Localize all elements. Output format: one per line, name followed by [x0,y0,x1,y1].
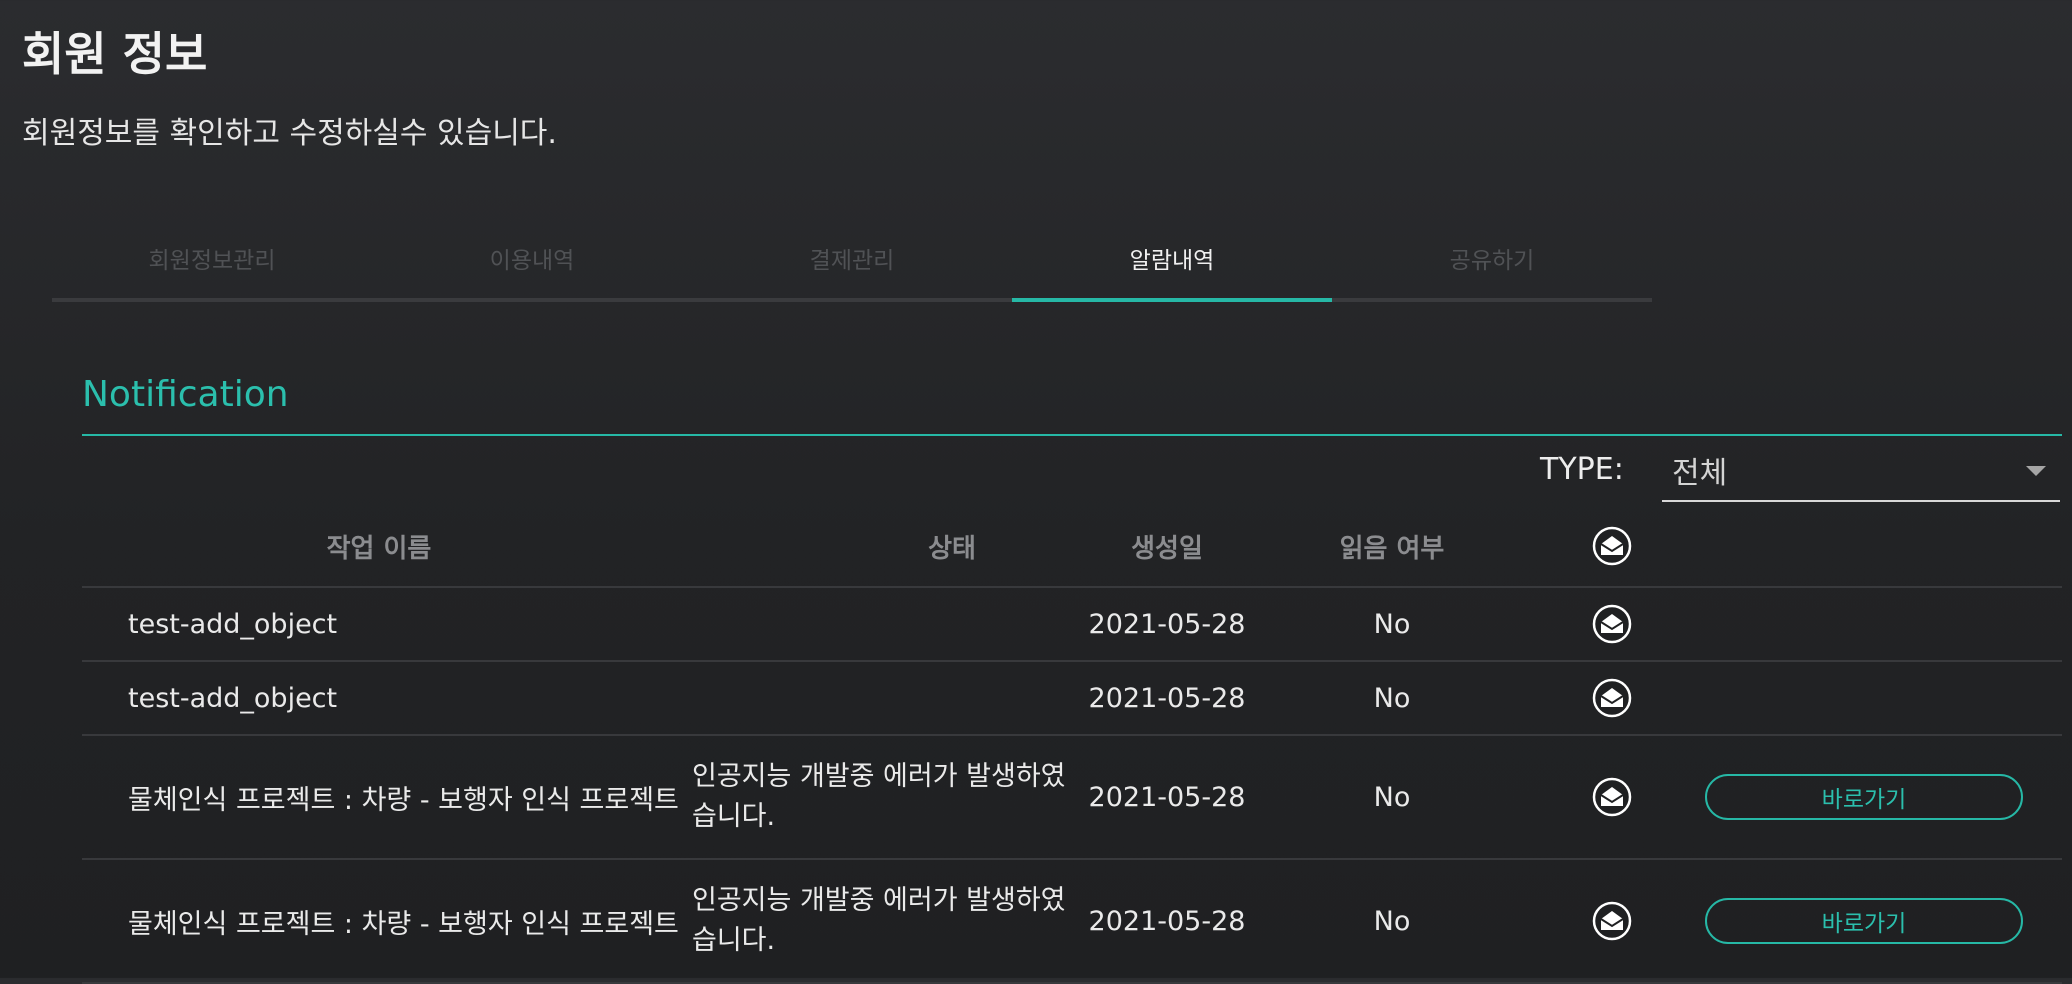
column-header-created: 생성일 [1131,533,1203,564]
row-mail-cell [1502,662,1722,734]
type-filter-label: TYPE: [1540,452,1624,487]
row-read: No [1373,905,1411,937]
table-row: 물체인식 프로젝트 : 차량 - 보행자 인식 프로젝트 인공지능 개발중 에러… [82,736,2062,860]
row-read: No [1373,608,1411,640]
row-status: 인공지능 개발중 에러가 발생하였습니다. [692,885,1066,956]
row-name: test-add_object [128,608,338,640]
mail-open-icon[interactable] [1592,604,1632,644]
mail-open-icon[interactable] [1592,526,1632,566]
type-filter-select[interactable]: 전체 [1662,440,2060,502]
go-to-button[interactable]: 바로가기 [1705,774,2023,820]
column-header-name: 작업 이름 [326,533,432,564]
table-row: 물체인식 프로젝트 : 차량 - 보행자 인식 프로젝트 인공지능 개발중 에러… [82,860,2062,984]
mail-open-icon[interactable] [1592,901,1632,941]
column-header-read: 읽음 여부 [1339,533,1445,564]
row-status: 인공지능 개발중 에러가 발생하였습니다. [692,761,1066,832]
column-header-mail[interactable] [1502,506,1722,586]
row-status [692,662,1072,734]
page-title: 회원 정보 [22,27,208,81]
row-created: 2021-05-28 [1088,608,1246,640]
row-created: 2021-05-28 [1088,682,1246,714]
tab-member-info[interactable]: 회원정보관리 [52,218,372,298]
row-status [692,588,1072,660]
tab-notifications[interactable]: 알람내역 [1012,218,1332,302]
row-read: No [1373,781,1411,813]
section-title: Notification [82,374,289,415]
go-to-button[interactable]: 바로가기 [1705,898,2023,944]
row-name: 물체인식 프로젝트 : 차량 - 보행자 인식 프로젝트 [128,908,679,940]
type-filter-value: 전체 [1672,456,1728,491]
tab-bar: 회원정보관리 이용내역 결제관리 알람내역 공유하기 [52,218,1652,302]
row-action-cell: 바로가기 [1686,860,2042,982]
tab-payment[interactable]: 결제관리 [692,218,1012,298]
row-name: test-add_object [128,682,338,714]
tab-usage-history[interactable]: 이용내역 [372,218,692,298]
dropdown-caret-icon [2026,466,2046,476]
mail-open-icon[interactable] [1592,777,1632,817]
table-header: 작업 이름 상태 생성일 읽음 여부 [82,506,2062,588]
row-read: No [1373,682,1411,714]
row-action-cell: 바로가기 [1686,736,2042,858]
row-created: 2021-05-28 [1088,905,1246,937]
mail-open-icon[interactable] [1592,678,1632,718]
section-divider [82,434,2062,436]
tab-share[interactable]: 공유하기 [1332,218,1652,298]
page-subtitle: 회원정보를 확인하고 수정하실수 있습니다. [22,116,557,151]
table-row: test-add_object 2021-05-28 No [82,662,2062,736]
row-created: 2021-05-28 [1088,781,1246,813]
row-mail-cell [1502,588,1722,660]
row-name: 물체인식 프로젝트 : 차량 - 보행자 인식 프로젝트 [128,784,679,816]
notification-table: 작업 이름 상태 생성일 읽음 여부 test-add_object 2021-… [82,506,2062,984]
table-row: test-add_object 2021-05-28 No [82,588,2062,662]
